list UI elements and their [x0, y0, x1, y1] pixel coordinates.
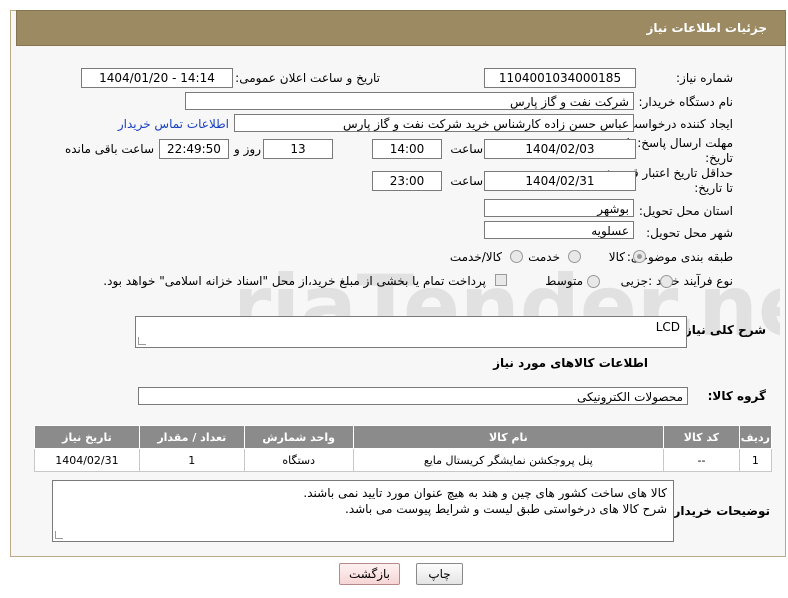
cell-quantity: 1 [138, 448, 245, 472]
treasury-payment-checkbox[interactable] [495, 274, 507, 286]
col-quantity: تعداد / مقدار [138, 425, 245, 449]
buyer-notes-label: توضیحات خریدار: [668, 504, 770, 518]
city-field: عسلویه [484, 221, 634, 239]
time-remaining-field: 22:49:50 [159, 139, 229, 159]
resize-grip-icon[interactable] [55, 531, 63, 539]
cell-item-code: -- [663, 448, 740, 472]
buyer-notes-textarea: کالا های ساخت کشور های چین و هند به هیچ … [52, 480, 674, 542]
col-need-date: تاریخ نیاز [34, 425, 140, 449]
process-minor-label: جزیی [620, 274, 648, 288]
province-label: استان محل تحویل: [638, 204, 733, 218]
buyer-notes-line-2: شرح کالا های درخواستی طبق لیست و شرایط پ… [345, 502, 667, 516]
process-minor-radio[interactable] [660, 275, 673, 288]
announce-label: تاریخ و ساعت اعلان عمومی: [235, 71, 380, 85]
col-item-name: نام کالا [352, 425, 665, 449]
resize-grip-icon[interactable] [138, 337, 146, 345]
deadline-time-field: 14:00 [372, 139, 442, 159]
need-number-field: 1104001034000185 [484, 68, 636, 88]
city-label: شهر محل تحویل: [646, 226, 733, 240]
goods-table: ردیف کد کالا نام کالا واحد شمارش تعداد /… [34, 425, 773, 472]
creator-label: ایجاد کننده درخواست: [622, 117, 733, 131]
deadline-time-label: ساعت [450, 142, 483, 156]
col-item-code: کد کالا [663, 425, 740, 449]
goods-section-title: اطلاعات کالاهای مورد نیاز [493, 356, 648, 370]
description-text: LCD [655, 320, 680, 334]
process-medium-radio[interactable] [587, 275, 600, 288]
buyer-org-field: شرکت نفت و گاز پارس [185, 92, 634, 110]
days-label: روز و [234, 142, 261, 156]
process-medium-label: متوسط [545, 274, 583, 288]
treasury-payment-note: پرداخت تمام یا بخشی از مبلغ خرید،از محل … [103, 274, 486, 288]
announce-datetime-field: 1404/01/20 - 14:14 [81, 68, 233, 88]
category-goods-service-radio[interactable] [510, 250, 523, 263]
description-textarea: LCD [135, 316, 687, 348]
province-field: بوشهر [484, 199, 634, 217]
print-button[interactable]: چاپ [416, 563, 463, 585]
validity-time-label: ساعت [450, 174, 483, 188]
page-title: جزئیات اطلاعات نیاز [646, 21, 767, 35]
buyer-notes-line-1: کالا های ساخت کشور های چین و هند به هیچ … [303, 486, 667, 500]
col-unit: واحد شمارش [243, 425, 354, 449]
time-remaining-label: ساعت باقی مانده [64, 142, 154, 156]
need-number-label: شماره نیاز: [676, 71, 733, 85]
goods-group-label: گروه کالا: [707, 389, 766, 403]
goods-table-header-row: ردیف کد کالا نام کالا واحد شمارش تعداد /… [34, 425, 773, 449]
section-header: جزئیات اطلاعات نیاز [16, 10, 786, 46]
days-remaining-field: 13 [263, 139, 333, 159]
cell-need-date: 1404/02/31 [34, 448, 140, 472]
category-goods-label: کالا [608, 250, 625, 264]
cell-row-number: 1 [738, 448, 773, 472]
cell-item-name: پنل پروجکشن نمایشگر کریستال مایع [352, 448, 665, 472]
creator-field: عباس حسن زاده کارشناس خرید شرکت نفت و گا… [234, 114, 634, 132]
col-row-number: ردیف [738, 425, 773, 449]
category-goods-radio[interactable] [633, 250, 646, 263]
category-goods-service-label: کالا/خدمت [449, 250, 502, 264]
goods-group-field: محصولات الکترونیکی [138, 387, 688, 405]
category-service-radio[interactable] [568, 250, 581, 263]
back-button[interactable]: بازگشت [339, 563, 400, 585]
table-row: 1 -- پنل پروجکشن نمایشگر کریستال مایع دس… [34, 448, 773, 472]
validity-date-field: 1404/02/31 [484, 171, 636, 191]
category-service-label: خدمت [528, 250, 560, 264]
buyer-org-label: نام دستگاه خریدار: [638, 95, 734, 109]
buyer-contact-link[interactable]: اطلاعات تماس خریدار [118, 117, 229, 131]
validity-time-field: 23:00 [372, 171, 442, 191]
description-label: شرح کلی نیاز: [680, 323, 766, 337]
deadline-date-field: 1404/02/03 [484, 139, 636, 159]
cell-unit: دستگاه [243, 448, 354, 472]
